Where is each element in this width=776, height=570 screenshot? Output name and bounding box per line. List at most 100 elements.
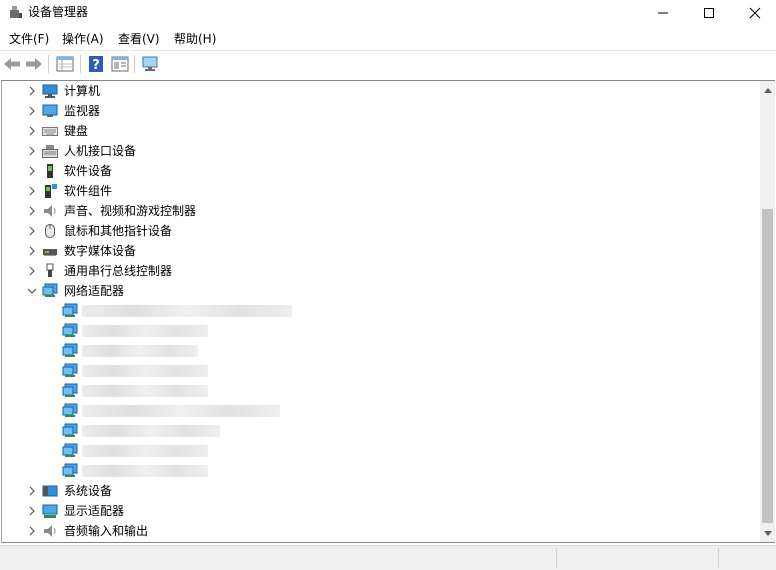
toolbar-separator (80, 55, 81, 73)
system-device-icon (42, 483, 58, 499)
tree-node-label: 软件设备 (64, 164, 113, 178)
maximize-button[interactable] (686, 0, 732, 26)
tree-node-label: 声音、视频和游戏控制器 (64, 204, 197, 218)
tree-node-network-adapters[interactable]: 网络适配器 (2, 281, 722, 301)
network-adapter-icon (62, 303, 78, 319)
tree-node-software-components[interactable]: 软件组件 (2, 181, 722, 201)
status-separator (556, 548, 557, 568)
menu-help[interactable]: 帮助(H) (174, 31, 216, 47)
help-button[interactable]: ? (86, 55, 106, 73)
menu-action[interactable]: 操作(A) (62, 31, 104, 47)
network-adapter-item[interactable] (2, 441, 722, 461)
tree-node-label: 人机接口设备 (64, 144, 137, 158)
chevron-right-icon[interactable] (25, 183, 39, 199)
tree-node-software-devices[interactable]: 软件设备 (2, 161, 722, 181)
toolbar-separator (48, 55, 49, 73)
network-adapter-item[interactable] (2, 461, 722, 481)
tree-node-sound[interactable]: 声音、视频和游戏控制器 (2, 201, 722, 221)
obscured-adapter-name (82, 345, 198, 357)
chevron-right-icon[interactable] (25, 223, 39, 239)
vertical-scrollbar[interactable] (760, 81, 775, 542)
forward-button[interactable] (24, 55, 44, 73)
minimize-button[interactable] (640, 0, 686, 26)
chevron-right-icon[interactable] (25, 83, 39, 99)
tree-node-computer[interactable]: 计算机 (2, 81, 722, 101)
scroll-down-button[interactable] (760, 525, 775, 542)
network-adapter-icon (62, 423, 78, 439)
network-adapter-item[interactable] (2, 381, 722, 401)
software-component-icon (42, 183, 58, 199)
mouse-icon (42, 223, 58, 239)
network-adapter-icon (62, 463, 78, 479)
tree-node-usb[interactable]: 通用串行总线控制器 (2, 261, 722, 281)
network-adapter-item[interactable] (2, 421, 722, 441)
forward-arrow-icon (26, 58, 42, 70)
tree-node-label: 软件组件 (64, 184, 113, 198)
tree-node-label: 通用串行总线控制器 (64, 264, 173, 278)
network-adapter-item[interactable] (2, 301, 722, 321)
tree-node-label: 计算机 (64, 84, 101, 98)
obscured-adapter-name (82, 405, 280, 417)
back-button[interactable] (2, 55, 22, 73)
digital-media-icon (42, 243, 58, 259)
close-icon (749, 7, 761, 19)
computer-icon (42, 83, 58, 99)
obscured-adapter-name (82, 305, 292, 317)
network-adapter-item[interactable] (2, 321, 722, 341)
obscured-adapter-name (82, 465, 208, 477)
chevron-right-icon[interactable] (25, 123, 39, 139)
speaker-icon (42, 203, 58, 219)
network-adapter-item[interactable] (2, 341, 722, 361)
chevron-right-icon[interactable] (25, 523, 39, 539)
status-bar (0, 545, 776, 570)
tree-node-digital-media[interactable]: 数字媒体设备 (2, 241, 722, 261)
network-adapter-icon (62, 383, 78, 399)
network-adapter-icon (62, 363, 78, 379)
device-tree[interactable]: 计算机 监视器 键盘 人机接口设备 软件设备 软件组件 声音、视频和游戏控制器 … (1, 80, 775, 543)
network-adapter-item[interactable] (2, 361, 722, 381)
chevron-right-icon[interactable] (25, 203, 39, 219)
tree-node-keyboards[interactable]: 键盘 (2, 121, 722, 141)
chevron-right-icon[interactable] (25, 103, 39, 119)
monitor-scan-icon (142, 56, 158, 71)
maximize-icon (704, 8, 714, 18)
obscured-adapter-name (82, 365, 208, 377)
action-pane-button[interactable] (110, 55, 130, 73)
chevron-right-icon[interactable] (25, 483, 39, 499)
tree-node-system-devices[interactable]: 系统设备 (2, 481, 722, 501)
device-manager-app-icon (8, 4, 24, 20)
tree-node-label: 音频输入和输出 (64, 524, 149, 538)
tree-node-label: 显示适配器 (64, 504, 125, 518)
chevron-right-icon[interactable] (25, 503, 39, 519)
network-adapter-item[interactable] (2, 401, 722, 421)
tree-node-mice[interactable]: 鼠标和其他指针设备 (2, 221, 722, 241)
menu-view[interactable]: 查看(V) (118, 31, 160, 47)
toolbar-separator (134, 55, 135, 73)
close-button[interactable] (732, 0, 776, 26)
minimize-icon (658, 12, 668, 14)
properties-grid-icon (56, 56, 74, 72)
help-icon: ? (89, 56, 103, 73)
network-adapter-icon (62, 443, 78, 459)
scroll-up-button[interactable] (760, 81, 775, 98)
menu-file[interactable]: 文件(F) (9, 31, 49, 47)
chevron-right-icon[interactable] (25, 163, 39, 179)
action-pane-icon (111, 56, 129, 72)
tree-node-audio-io[interactable]: 音频输入和输出 (2, 521, 722, 541)
tree-node-label: 键盘 (64, 124, 89, 138)
tree-node-monitors[interactable]: 监视器 (2, 101, 722, 121)
tree-node-hid[interactable]: 人机接口设备 (2, 141, 722, 161)
chevron-right-icon[interactable] (25, 263, 39, 279)
title-bar[interactable]: 设备管理器 (0, 0, 776, 26)
tree-node-display-adapters[interactable]: 显示适配器 (2, 501, 722, 521)
obscured-adapter-name (82, 445, 208, 457)
chevron-right-icon[interactable] (25, 243, 39, 259)
display-adapter-icon (42, 503, 58, 519)
chevron-right-icon[interactable] (25, 143, 39, 159)
chevron-down-icon[interactable] (25, 283, 39, 299)
properties-button[interactable] (55, 55, 75, 73)
obscured-adapter-name (82, 385, 208, 397)
tree-node-label: 系统设备 (64, 484, 113, 498)
scan-hardware-button[interactable] (140, 55, 160, 73)
scroll-thumb[interactable] (762, 209, 773, 523)
